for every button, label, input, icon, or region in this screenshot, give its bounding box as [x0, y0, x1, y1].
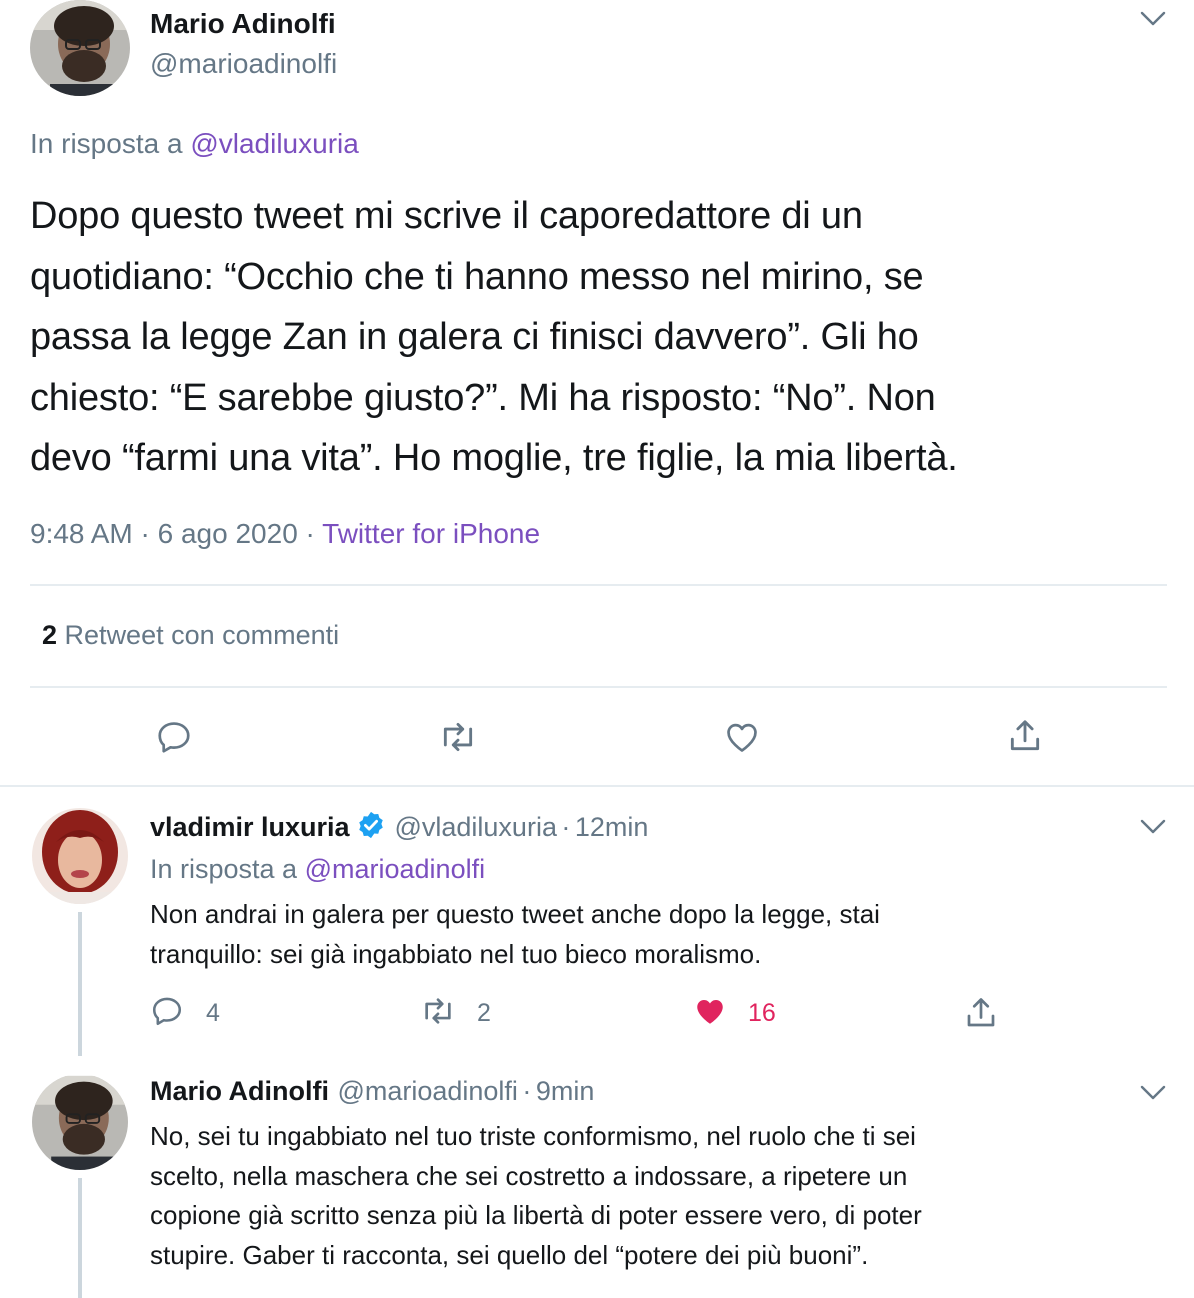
tweet-text-line: quotidiano: “Occhio che ti hanno messo n…: [30, 255, 924, 298]
reply-to-prefix: In risposta a: [30, 128, 183, 159]
separator: ·: [561, 812, 571, 842]
like-action[interactable]: 16: [692, 994, 776, 1033]
retweet-action[interactable]: 2: [419, 994, 491, 1033]
author-name[interactable]: vladimir luxuria: [150, 812, 350, 842]
retweet-count: 2: [42, 620, 58, 650]
separator: ·: [522, 1076, 532, 1106]
divider: [30, 584, 1167, 586]
author-name[interactable]: Mario Adinolfi: [150, 1076, 329, 1106]
tweet-date[interactable]: 6 ago 2020: [158, 518, 298, 549]
chevron-down-icon[interactable]: [1139, 818, 1167, 836]
tweet-source[interactable]: Twitter for iPhone: [322, 518, 540, 549]
avatar[interactable]: [32, 1074, 128, 1170]
tweet-age[interactable]: 9min: [536, 1076, 595, 1106]
share-icon[interactable]: [1006, 716, 1044, 756]
tweet-text-line: No, sei tu ingabbiato nel tuo triste con…: [150, 1121, 916, 1151]
tweet-text-line: devo “farmi una vita”. Ho moglie, tre fi…: [30, 437, 958, 479]
tweet-text-line: Non andrai in galera per questo tweet an…: [150, 899, 880, 929]
retweet-label: Retweet con commenti: [64, 620, 340, 650]
retweet-count: 2: [477, 999, 491, 1027]
tweet-text-line: tranquillo: sei già ingabbiato nel tuo b…: [150, 938, 762, 969]
reply-icon[interactable]: [155, 718, 193, 756]
tweet-time[interactable]: 9:48 AM: [30, 518, 133, 549]
heart-icon[interactable]: [722, 718, 762, 756]
reply-context: In risposta a @marioadinolfi: [150, 854, 485, 885]
tweet-age[interactable]: 12min: [575, 812, 649, 842]
reply-icon: [150, 994, 184, 1033]
tweet-text-line: stupire. Gaber ti racconta, sei quello d…: [150, 1239, 869, 1270]
separator: ·: [140, 518, 150, 549]
verified-badge-icon: [356, 810, 386, 845]
like-count: 16: [748, 999, 776, 1027]
tweet-text: No, sei tu ingabbiato nel tuo triste con…: [150, 1117, 1180, 1275]
tweet-text-line: copione già scritto senza più la libertà…: [150, 1200, 922, 1230]
heart-icon: [692, 994, 728, 1033]
author-handle[interactable]: @vladiluxuria: [394, 812, 556, 842]
tweet-text: Non andrai in galera per questo tweet an…: [150, 895, 1170, 974]
reply-count: 4: [206, 999, 220, 1027]
author-handle[interactable]: @marioadinolfi: [337, 1076, 517, 1106]
author-handle[interactable]: @marioadinolfi: [150, 48, 337, 80]
retweet-icon: [419, 994, 457, 1033]
tweet-text-line: scelto, nella maschera che sei costretto…: [150, 1160, 908, 1191]
tweet-text-line: chiesto: “E sarebbe giusto?”. Mi ha risp…: [30, 376, 936, 419]
share-icon[interactable]: [963, 994, 999, 1032]
reply-header: vladimir luxuria @vladiluxuria · 12min: [150, 810, 648, 845]
thread-line: [78, 912, 82, 1056]
reply-to-prefix: In risposta a: [150, 854, 298, 884]
reply-action[interactable]: 4: [150, 994, 220, 1033]
tweet-metadata: 9:48 AM · 6 ago 2020 · Twitter for iPhon…: [30, 518, 540, 550]
tweet-text-line: passa la legge Zan in galera ci finisci …: [30, 316, 919, 358]
chevron-down-icon[interactable]: [1139, 1084, 1167, 1102]
thread-line: [78, 1178, 82, 1298]
divider: [30, 686, 1167, 688]
author-name[interactable]: Mario Adinolfi: [150, 8, 336, 40]
retweet-icon[interactable]: [437, 718, 479, 756]
chevron-down-icon[interactable]: [1139, 10, 1167, 28]
reply-to-handle[interactable]: @vladiluxuria: [190, 128, 359, 159]
tweet-text: Dopo questo tweet mi scrive il caporedat…: [30, 186, 1180, 489]
reply-to-handle[interactable]: @marioadinolfi: [305, 854, 485, 884]
avatar[interactable]: [30, 0, 130, 96]
tweet-text-line: Dopo questo tweet mi scrive il caporedat…: [30, 195, 863, 237]
reply-header: Mario Adinolfi @marioadinolfi · 9min: [150, 1076, 594, 1107]
separator: ·: [305, 518, 315, 549]
section-divider: [0, 785, 1194, 787]
retweet-stats[interactable]: 2 Retweet con commenti: [42, 620, 339, 651]
avatar[interactable]: [32, 808, 128, 904]
reply-context: In risposta a @vladiluxuria: [30, 128, 359, 160]
